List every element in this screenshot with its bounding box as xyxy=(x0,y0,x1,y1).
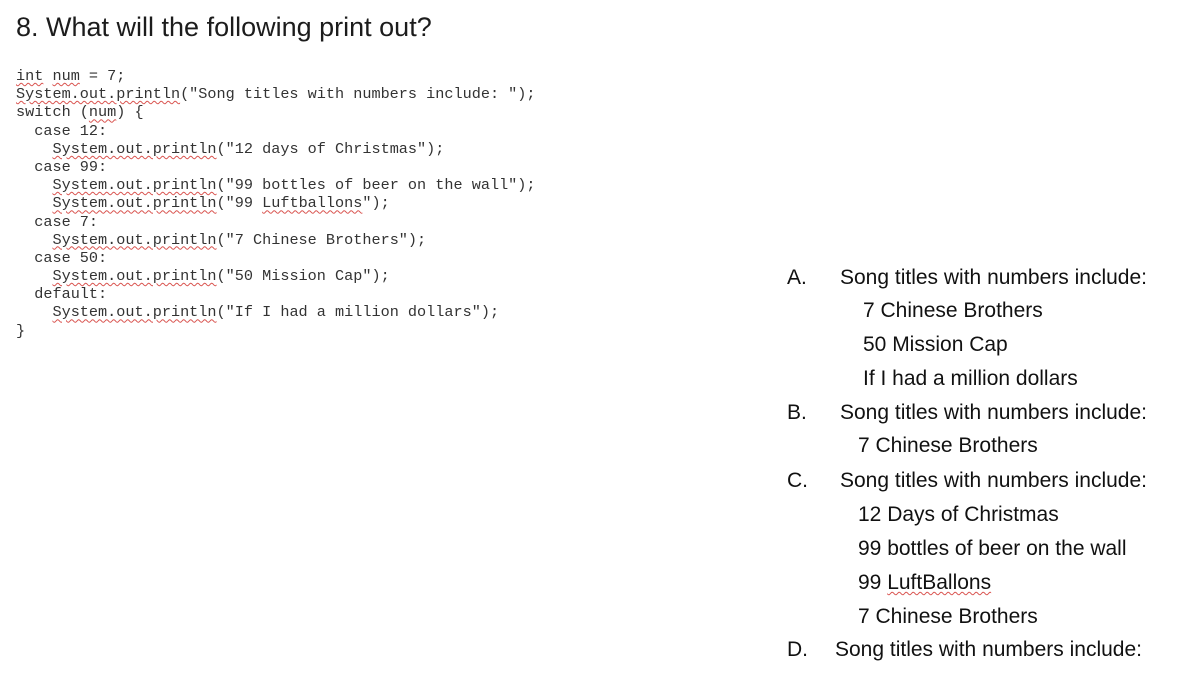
code-token: ("If I had a million dollars"); xyxy=(216,303,500,322)
code-token-flagged: Luftballons xyxy=(262,194,363,213)
code-token: ("7 Chinese Brothers"); xyxy=(216,230,427,249)
code-token-flagged: num xyxy=(88,103,117,122)
question-title: 8. What will the following print out? xyxy=(16,12,432,42)
code-token: ("50 Mission Cap"); xyxy=(216,267,390,286)
code-token-flagged: System.out.println xyxy=(52,139,217,158)
option-a-header: Song titles with numbers include: xyxy=(840,266,1147,289)
option-b-letter: B. xyxy=(787,401,807,424)
code-line: System.out.println("7 Chinese Brothers")… xyxy=(16,231,536,249)
code-token: "); xyxy=(362,194,390,213)
code-token-flagged: int xyxy=(16,67,44,85)
option-c-line: 99 bottles of beer on the wall xyxy=(858,537,1127,560)
code-token-flagged: System.out.println xyxy=(52,230,217,249)
code-token: default: xyxy=(34,285,108,304)
code-line: default: xyxy=(16,285,536,303)
code-token: case 99: xyxy=(34,157,108,176)
code-line: System.out.println("50 Mission Cap"); xyxy=(16,267,536,285)
code-token-flagged: System.out.println xyxy=(52,267,217,286)
code-line: System.out.println("99 Luftballons"); xyxy=(16,194,536,212)
code-line: } xyxy=(16,322,536,340)
code-line: case 50: xyxy=(16,249,536,267)
code-line: System.out.println("If I had a million d… xyxy=(16,303,536,321)
code-token: = 7; xyxy=(79,67,126,85)
option-d-header: Song titles with numbers include: xyxy=(835,638,1142,661)
option-b-header: Song titles with numbers include: xyxy=(840,401,1147,424)
option-b-line: 7 Chinese Brothers xyxy=(858,434,1038,457)
option-a-line: If I had a million dollars xyxy=(863,367,1078,390)
code-token-flagged: System.out.println xyxy=(52,194,217,213)
code-token: ("99 xyxy=(216,194,263,213)
code-token-flagged: System.out.println xyxy=(16,85,181,104)
code-token: case 50: xyxy=(34,248,108,267)
code-token: case 12: xyxy=(34,121,108,140)
code-token-flagged: System.out.println xyxy=(52,176,217,195)
code-block: int num = 7; System.out.println("Song tit… xyxy=(16,67,536,340)
code-line: case 7: xyxy=(16,213,536,231)
option-c-header: Song titles with numbers include: xyxy=(840,469,1147,492)
option-c-letter: C. xyxy=(787,469,808,492)
option-a-letter: A. xyxy=(787,266,807,289)
code-token-flagged: num xyxy=(52,67,80,85)
code-line: switch (num) { xyxy=(16,103,536,121)
code-line: case 12: xyxy=(16,122,536,140)
option-c-line-text: 99 LuftBallons xyxy=(858,571,992,594)
code-line: System.out.println("12 days of Christmas… xyxy=(16,140,536,158)
spellcheck-flagged-word: LuftBallons xyxy=(887,571,992,594)
code-token: case 7: xyxy=(34,212,99,231)
code-line: System.out.println("99 bottles of beer o… xyxy=(16,176,536,195)
option-d-letter: D. xyxy=(787,638,808,661)
code-token: ("12 days of Christmas"); xyxy=(216,139,445,158)
option-c-line: 12 Days of Christmas xyxy=(858,503,1059,526)
code-line: case 99: xyxy=(16,158,536,176)
code-line: System.out.println("Song titles with num… xyxy=(16,85,536,103)
code-token: ("Song titles with numbers include: "); xyxy=(180,85,536,104)
code-token: ) { xyxy=(116,103,144,122)
option-c-line: 7 Chinese Brothers xyxy=(858,605,1038,628)
option-a-line: 7 Chinese Brothers xyxy=(863,299,1043,322)
code-token: } xyxy=(16,321,26,340)
code-token: switch ( xyxy=(16,103,89,122)
code-token-flagged: System.out.println xyxy=(52,303,217,322)
option-c-line: 99 LuftBallons xyxy=(858,571,991,595)
code-token: ("99 bottles of beer on the wall"); xyxy=(216,176,536,195)
code-line: int num = 7; xyxy=(16,67,536,85)
option-a-line: 50 Mission Cap xyxy=(863,333,1008,356)
